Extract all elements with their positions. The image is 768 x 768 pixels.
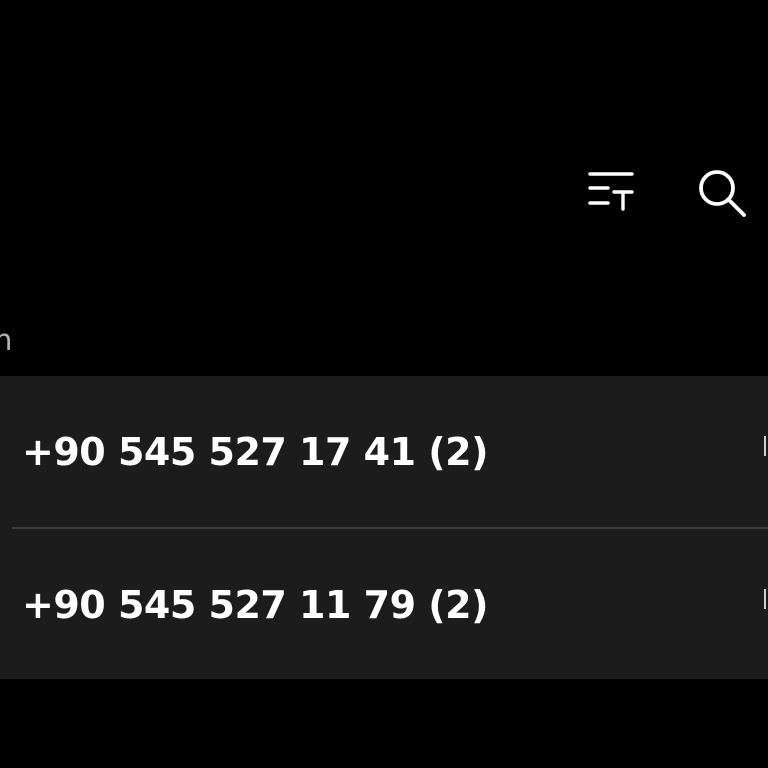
row-edge-icon xyxy=(764,589,768,609)
section-header: in xyxy=(0,323,13,357)
call-row[interactable]: +90 545 527 11 79 (2) xyxy=(0,529,768,680)
call-list: +90 545 527 17 41 (2) +90 545 527 11 79 … xyxy=(0,376,768,679)
call-row[interactable]: +90 545 527 17 41 (2) xyxy=(0,376,768,527)
call-log-screen: in +90 545 527 17 41 (2) +90 545 527 11 … xyxy=(0,0,768,768)
search-icon[interactable] xyxy=(696,166,750,220)
row-edge-icon xyxy=(764,436,768,456)
filter-list-icon[interactable] xyxy=(586,168,636,218)
phone-number: +90 545 527 11 79 (2) xyxy=(22,582,488,627)
phone-number: +90 545 527 17 41 (2) xyxy=(22,429,488,474)
